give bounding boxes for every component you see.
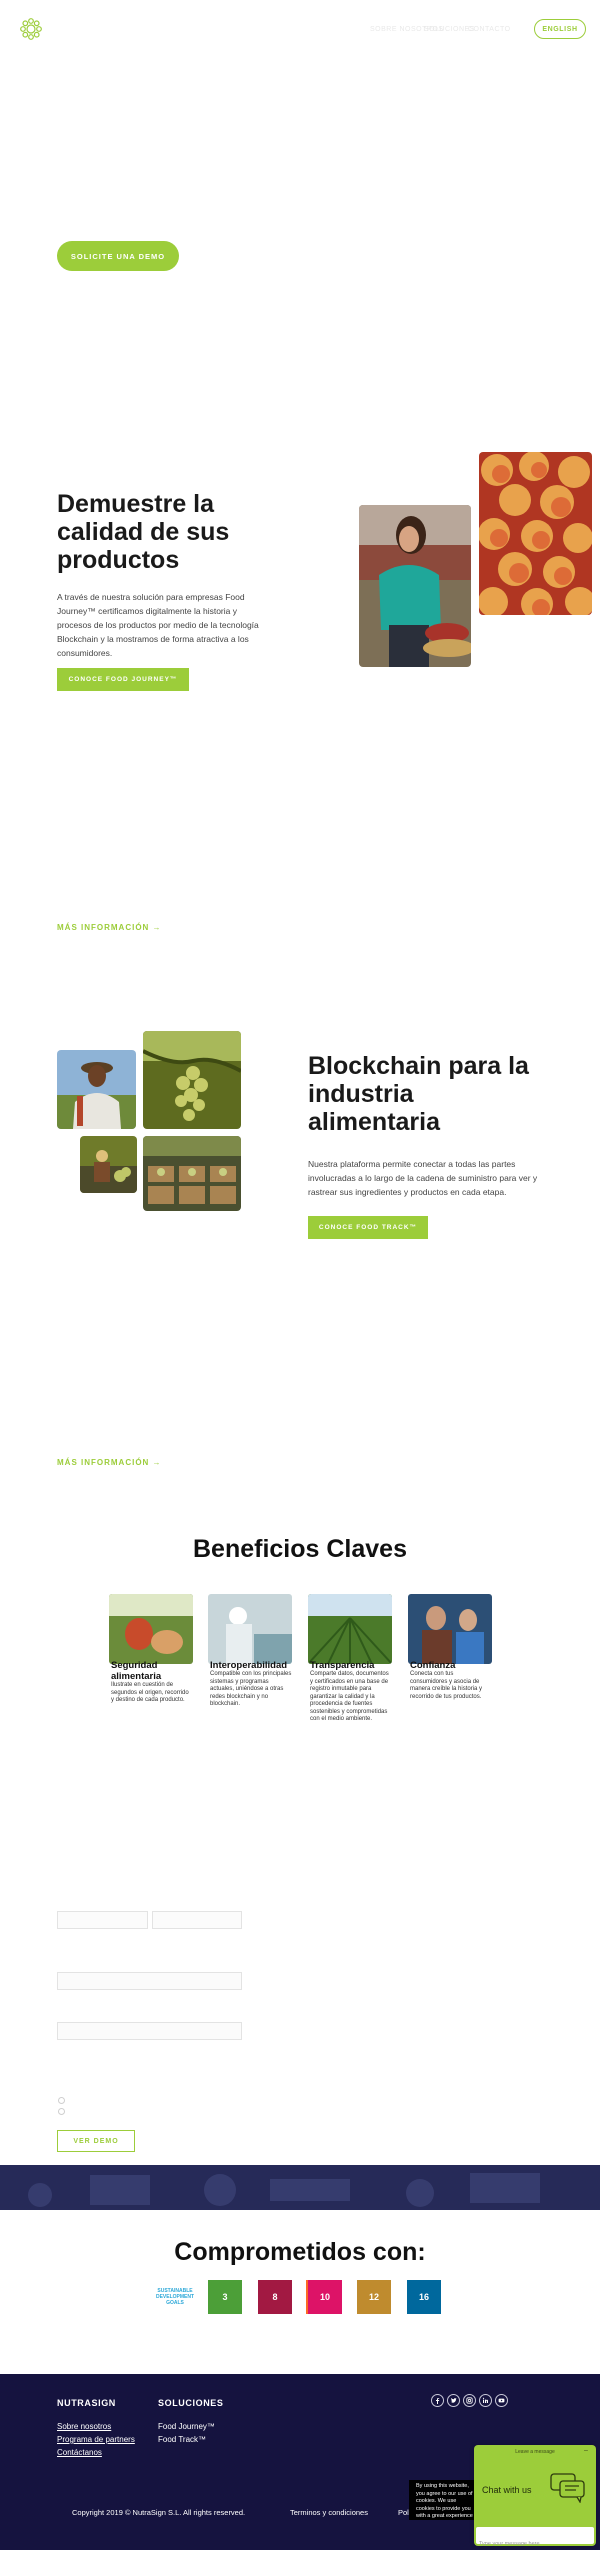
- first-name-input[interactable]: [57, 1911, 148, 1929]
- benefit-title: Transparencia: [310, 1660, 375, 1671]
- language-button[interactable]: ENGLISH: [534, 19, 586, 39]
- request-demo-button[interactable]: SOLICITE UNA DEMO: [57, 241, 179, 271]
- benefit-card-trust: Confianza Conecta con tus consumidores y…: [410, 1660, 492, 1701]
- grapes-photo: [143, 1031, 241, 1129]
- benefit-description: Ilustrate en cuestión de segundos el ori…: [111, 1682, 189, 1703]
- nav-contact[interactable]: CONTACTO: [468, 26, 511, 33]
- cookie-text: By using this website, you agree to our …: [416, 2483, 473, 2519]
- crates-photo: [143, 1136, 241, 1211]
- chat-widget[interactable]: Leave a message – Chat with us Type your…: [474, 2445, 596, 2547]
- benefit-card-food-safety: Seguridad alimentaria Ilustrate en cuest…: [111, 1660, 193, 1705]
- chat-message-input[interactable]: Type your message here: [476, 2527, 594, 2547]
- benefit-transparency-image: [308, 1594, 392, 1664]
- footer-link-food-track[interactable]: Food Track™: [158, 2433, 215, 2446]
- linkedin-icon[interactable]: [479, 2394, 492, 2407]
- benefit-food-safety-image: [109, 1594, 193, 1664]
- instagram-icon[interactable]: [463, 2394, 476, 2407]
- benefit-description: Conecta con tus consumidores y asocia de…: [410, 1671, 483, 1700]
- benefit-description: Compatible con los principales sistemas …: [210, 1671, 292, 1707]
- chat-input-placeholder: Type your message here: [479, 2541, 540, 2547]
- radio-option-2[interactable]: [58, 2108, 65, 2115]
- youtube-icon[interactable]: [495, 2394, 508, 2407]
- copyright-text: Copyright 2019 © NutraSign S.L. All righ…: [72, 2508, 246, 2517]
- committed-title: Comprometidos con:: [174, 2238, 426, 2266]
- benefit-title: Seguridad alimentaria: [111, 1660, 162, 1682]
- quality-title: Demuestre la calidad de sus productos: [57, 490, 230, 574]
- sdg-3-icon: 3: [208, 2280, 242, 2314]
- quality-description: A través de nuestra solución para empres…: [57, 592, 259, 658]
- market-woman-photo: [359, 505, 471, 667]
- facebook-icon[interactable]: [431, 2394, 444, 2407]
- footer-link-about[interactable]: Sobre nosotros: [57, 2420, 135, 2433]
- farmer-photo: [57, 1050, 136, 1129]
- footer-link-partners[interactable]: Programa de partners: [57, 2433, 135, 2446]
- twitter-icon[interactable]: [447, 2394, 460, 2407]
- sdg-12-icon: 12: [357, 2280, 391, 2314]
- benefit-interop-image: [208, 1594, 292, 1664]
- benefit-trust-image: [408, 1594, 492, 1664]
- terms-link[interactable]: Terminos y condiciones: [290, 2508, 368, 2517]
- footer-nutrasign-heading: NUTRASIGN: [57, 2398, 116, 2408]
- more-info-link[interactable]: MÁS INFORMACIÓN →: [57, 923, 162, 932]
- sdg-8-icon: 8: [258, 2280, 292, 2314]
- social-icons: [431, 2394, 508, 2407]
- benefit-description: Comparte datos, documentos y certificado…: [310, 1671, 389, 1722]
- apples-photo: [479, 452, 592, 615]
- factory-banner: [0, 2165, 600, 2210]
- view-demo-button[interactable]: VER DEMO: [57, 2130, 135, 2152]
- radio-option-1[interactable]: [58, 2097, 65, 2104]
- footer-link-contact[interactable]: Contáctanos: [57, 2446, 135, 2459]
- company-input[interactable]: [57, 2022, 242, 2040]
- food-track-button[interactable]: CONOCE FOOD TRACK™: [308, 1216, 428, 1239]
- chat-title: Chat with us: [482, 2485, 532, 2495]
- benefit-card-transparency: Transparencia Comparte datos, documentos…: [310, 1660, 392, 1724]
- chat-bubble-icon: [550, 2473, 586, 2508]
- nutrasign-logo[interactable]: [18, 16, 44, 42]
- last-name-input[interactable]: [152, 1911, 242, 1929]
- chat-header: Leave a message: [515, 2449, 555, 2455]
- benefit-title: Confianza: [410, 1660, 456, 1671]
- benefit-card-interoperability: Interoperabilidad Compatible con los pri…: [210, 1660, 292, 1709]
- blockchain-description: Nuestra plataforma permite conectar a to…: [308, 1159, 538, 1197]
- food-journey-button[interactable]: CONOCE FOOD JOURNEY™: [57, 668, 189, 691]
- sdg-16-icon: 16: [407, 2280, 441, 2314]
- cookie-notice: By using this website, you agree to our …: [409, 2480, 475, 2520]
- benefits-title: Beneficios Claves: [193, 1535, 407, 1563]
- benefit-title: Interoperabilidad: [210, 1660, 288, 1671]
- footer-solutions-links: Food Journey™ Food Track™: [158, 2420, 215, 2446]
- footer-nutrasign-links: Sobre nosotros Programa de partners Cont…: [57, 2420, 135, 2459]
- footer-solutions-heading: SOLUCIONES: [158, 2398, 224, 2408]
- harvest-photo: [80, 1136, 137, 1193]
- email-input[interactable]: [57, 1972, 242, 1990]
- more-info-link-2[interactable]: MÁS INFORMACIÓN →: [57, 1458, 162, 1467]
- sdg-logo: SUSTAINABLE DEVELOPMENT GOALS: [156, 2280, 194, 2314]
- chat-minimize-icon[interactable]: –: [584, 2447, 588, 2454]
- footer-link-food-journey[interactable]: Food Journey™: [158, 2420, 215, 2433]
- sdg-10-icon: 10: [308, 2280, 342, 2314]
- blockchain-title: Blockchain para la industria alimentaria: [308, 1052, 529, 1136]
